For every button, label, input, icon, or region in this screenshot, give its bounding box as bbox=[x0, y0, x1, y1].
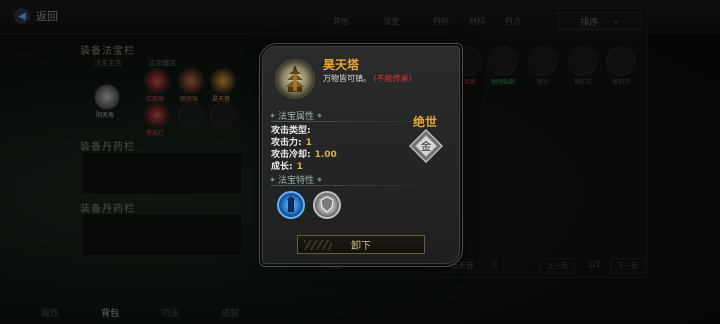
diamond-icon bbox=[317, 177, 322, 182]
unequip-button[interactable]: 卸下 bbox=[297, 235, 425, 254]
item-detail-popup: 昊天塔 万物皆可镇。 (不能传承) 法宝属性 攻击类型: 攻击力: 1 攻击冷却:… bbox=[259, 43, 463, 267]
diamond-icon bbox=[270, 177, 275, 182]
item-icon bbox=[275, 59, 315, 99]
rarity-label: 绝世 bbox=[413, 115, 438, 129]
badge-char: 金 bbox=[421, 139, 432, 153]
trait-shield-icon[interactable] bbox=[313, 191, 341, 219]
item-desc-text: 万物皆可镇。 bbox=[323, 74, 371, 83]
divider bbox=[271, 185, 443, 186]
trait-tower-icon[interactable] bbox=[277, 191, 305, 219]
gold-badge-icon: 金 bbox=[408, 128, 444, 164]
item-description: 万物皆可镇。 (不能传承) bbox=[323, 73, 412, 84]
no-inherit-warning: (不能传承) bbox=[373, 74, 412, 83]
item-name: 昊天塔 bbox=[323, 58, 360, 72]
diamond-icon bbox=[317, 113, 322, 118]
unequip-label: 卸下 bbox=[351, 241, 371, 252]
attr-label: 成长: bbox=[271, 162, 293, 172]
rarity-badge: 金 bbox=[408, 128, 444, 164]
attr-value: 1.00 bbox=[314, 150, 337, 160]
pagoda-icon bbox=[285, 65, 305, 92]
attr-growth: 成长: 1 bbox=[271, 159, 303, 172]
attr-value: 1 bbox=[296, 162, 303, 172]
diamond-icon bbox=[270, 113, 275, 118]
